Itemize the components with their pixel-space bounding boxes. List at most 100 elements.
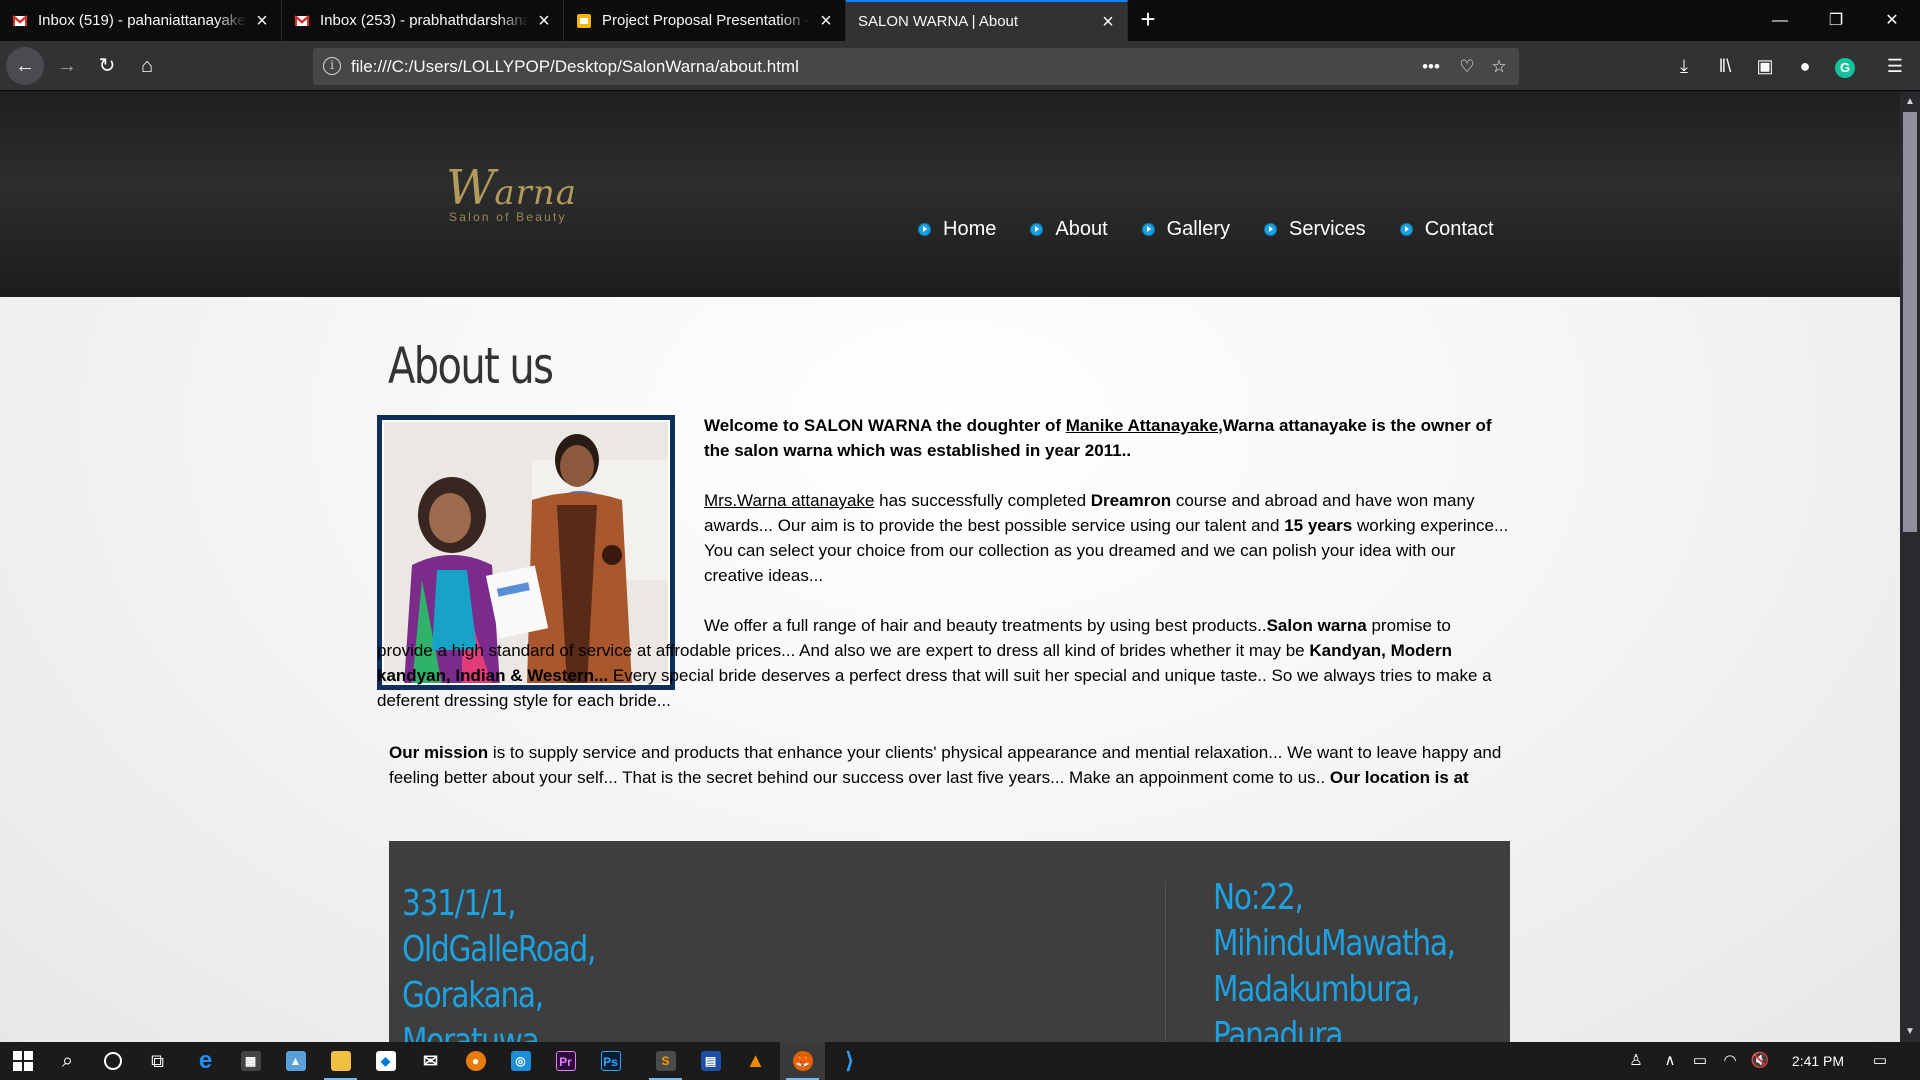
menu-label: Home — [943, 218, 997, 240]
address-bar[interactable]: i file:///C:/Users/LOLLYPOP/Desktop/Salo… — [313, 48, 1519, 85]
address-line: MihinduMawatha, — [1213, 923, 1456, 964]
clock[interactable]: 2:41 PM — [1782, 1042, 1854, 1080]
gmail-icon — [294, 14, 310, 26]
downloads-icon[interactable]: ⤓ — [1667, 49, 1701, 83]
owner-mother-link[interactable]: Manike Attanayake — [1066, 416, 1218, 435]
tab-gmail-1[interactable]: Inbox (519) - pahaniattanayake × — [0, 0, 282, 41]
menu-item-gallery[interactable]: Gallery — [1141, 218, 1230, 241]
bullet-icon — [1399, 223, 1413, 236]
menu-label: Gallery — [1166, 218, 1230, 240]
photos-icon[interactable]: ▲ — [273, 1042, 318, 1080]
tab-google-slides[interactable]: Project Proposal Presentation - Google S… — [564, 0, 846, 41]
text: We offer a full range of hair and beauty… — [704, 616, 1267, 635]
menu-item-services[interactable]: Services — [1263, 218, 1366, 241]
task-view-icon[interactable]: ⧉ — [135, 1042, 180, 1080]
windows-start-icon[interactable] — [0, 1042, 45, 1080]
vlc-icon[interactable]: ▲ — [733, 1042, 778, 1080]
edge-icon[interactable]: e — [183, 1042, 228, 1080]
mission-paragraph: Our mission is to supply service and pro… — [389, 740, 1519, 790]
about-content: Welcome to SALON WARNA the doughter of M… — [377, 413, 1519, 738]
address-line: 331/1/1, — [402, 883, 517, 924]
sidebar-icon[interactable]: ▣ — [1748, 49, 1782, 83]
scrollbar-thumb[interactable] — [1903, 112, 1917, 532]
reload-button[interactable]: ↻ — [88, 47, 126, 85]
address-line: No:22, — [1213, 877, 1304, 918]
scroll-down-icon[interactable]: ▼ — [1900, 1024, 1920, 1040]
course-name: Dreamron — [1090, 491, 1172, 510]
site-menu: Home About Gallery Services Contact — [918, 218, 1528, 241]
firefox-icon[interactable]: 🦊 — [780, 1042, 825, 1080]
address-gorakana: 331/1/1, OldGalleRoad, Gorakana, Moratuw… — [402, 881, 596, 1042]
premiere-icon[interactable]: Pr — [543, 1042, 588, 1080]
browser-tab-bar: Inbox (519) - pahaniattanayake × Inbox (… — [0, 0, 1920, 41]
close-window-icon[interactable]: ✕ — [1864, 0, 1920, 41]
dev-app-icon[interactable]: ▤ — [688, 1042, 733, 1080]
text: the doughter of — [931, 416, 1066, 435]
location-box: 331/1/1, OldGalleRoad, Gorakana, Moratuw… — [389, 841, 1510, 1042]
intro-paragraph: Welcome to SALON WARNA the doughter of M… — [704, 413, 1519, 463]
new-tab-button[interactable]: + — [1128, 0, 1168, 41]
close-tab-icon[interactable]: × — [1099, 12, 1117, 32]
site-header: Warna Salon of Beauty Home About Gallery… — [0, 92, 1900, 297]
pocket-icon[interactable]: ♡ — [1454, 54, 1480, 80]
search-icon[interactable]: ⌕ — [45, 1042, 90, 1080]
owner-link[interactable]: Mrs.Warna attanayake — [704, 491, 874, 510]
library-icon[interactable]: ‖\ — [1708, 49, 1742, 83]
close-tab-icon[interactable]: × — [535, 11, 553, 31]
photoshop-icon[interactable]: Ps — [588, 1042, 633, 1080]
scroll-up-icon[interactable]: ▲ — [1900, 94, 1920, 110]
tab-salon-warna-about[interactable]: SALON WARNA | About × — [846, 0, 1128, 41]
address-line: Panadura. — [1213, 1015, 1352, 1042]
menu-item-home[interactable]: Home — [918, 218, 996, 241]
home-button[interactable]: ⌂ — [128, 47, 166, 85]
grammarly-icon[interactable]: G — [1828, 49, 1862, 83]
forward-button[interactable]: → — [48, 47, 86, 85]
store-icon[interactable]: ◆ — [363, 1042, 408, 1080]
volume-muted-icon[interactable]: 🔇 — [1746, 1042, 1774, 1080]
menu-item-contact[interactable]: Contact — [1399, 218, 1494, 241]
address-line: Madakumbura, — [1213, 969, 1421, 1010]
blender-icon[interactable]: ● — [453, 1042, 498, 1080]
menu-icon[interactable]: ☰ — [1878, 49, 1912, 83]
file-explorer-icon[interactable] — [318, 1042, 363, 1080]
bullet-icon — [918, 223, 931, 236]
bookmark-star-icon[interactable]: ☆ — [1486, 54, 1512, 80]
back-button[interactable]: ← — [6, 47, 44, 85]
cortana-icon[interactable] — [90, 1042, 135, 1080]
account-icon[interactable]: ● — [1788, 49, 1822, 83]
calculator-icon[interactable]: ▦ — [228, 1042, 273, 1080]
minimize-icon[interactable]: — — [1752, 0, 1808, 41]
action-center-icon[interactable]: ▭ — [1862, 1042, 1898, 1080]
address-divider — [1165, 881, 1166, 1042]
location-heading: Our location is at — [1329, 768, 1469, 787]
navigation-toolbar: ← → ↻ ⌂ i file:///C:/Users/LOLLYPOP/Desk… — [0, 41, 1920, 91]
windows-taskbar: ⌕ ⧉ e ▦ ▲ ◆ ✉ ● ◎ Pr Ps S ▤ ▲ 🦊 ⟩ ♙ ∧ ▭ … — [0, 1042, 1920, 1080]
salon-name: Salon warna — [1266, 616, 1367, 635]
bullet-icon — [1030, 223, 1044, 236]
battery-icon[interactable]: ▭ — [1686, 1042, 1714, 1080]
salon-warna-logo[interactable]: Warna Salon of Beauty — [446, 160, 596, 230]
tab-title: SALON WARNA | About — [858, 13, 1019, 30]
vscode-icon[interactable]: ⟩ — [827, 1042, 872, 1080]
sublime-icon[interactable]: S — [643, 1042, 688, 1080]
close-tab-icon[interactable]: × — [253, 11, 271, 31]
wifi-icon[interactable]: ◠ — [1716, 1042, 1744, 1080]
restore-icon[interactable]: ❐ — [1808, 0, 1864, 41]
menu-item-about[interactable]: About — [1030, 218, 1108, 241]
salon-name: SALON WARNA — [803, 416, 932, 435]
app-icon[interactable]: ◎ — [498, 1042, 543, 1080]
experience-paragraph: Mrs.Warna attanayake has successfully co… — [704, 488, 1519, 588]
show-hidden-icons-icon[interactable]: ∧ — [1656, 1042, 1684, 1080]
url-text[interactable]: file:///C:/Users/LOLLYPOP/Desktop/SalonW… — [351, 57, 799, 77]
menu-label: Services — [1288, 218, 1366, 240]
services-paragraph: We offer a full range of hair and beauty… — [377, 613, 1497, 713]
people-icon[interactable]: ♙ — [1620, 1042, 1652, 1080]
page-viewport: Warna Salon of Beauty Home About Gallery… — [0, 92, 1900, 1042]
tab-gmail-2[interactable]: Inbox (253) - prabhathdarshana × — [282, 0, 564, 41]
page-info-icon[interactable]: i — [323, 57, 341, 75]
mail-icon[interactable]: ✉ — [408, 1042, 453, 1080]
page-actions-icon[interactable]: ••• — [1418, 54, 1444, 80]
page-scrollbar[interactable]: ▲ ▼ — [1900, 92, 1920, 1042]
close-tab-icon[interactable]: × — [817, 11, 835, 31]
address-line: OldGalleRoad, — [402, 929, 596, 970]
